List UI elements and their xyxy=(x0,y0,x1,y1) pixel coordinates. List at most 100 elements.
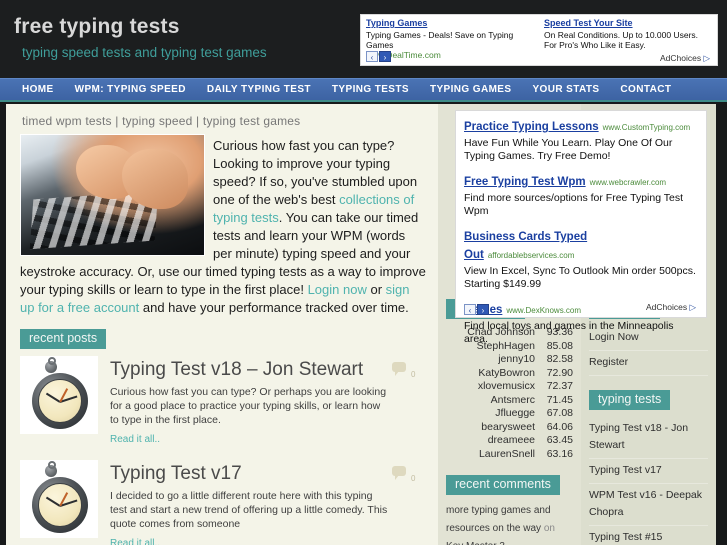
intro-text-part-4: and have your performance tracked over t… xyxy=(139,300,409,315)
comment-count-badge[interactable]: 0 xyxy=(392,466,426,486)
player-score: 64.06 xyxy=(546,420,573,433)
top-player-row: dreameee 63.45 xyxy=(446,434,573,448)
page-root: free typing tests typing speed tests and… xyxy=(0,0,727,545)
player-score: 82.58 xyxy=(546,353,573,365)
post-title[interactable]: Typing Test v17 xyxy=(110,462,388,485)
player-name: xlovemusicx xyxy=(477,380,535,392)
post-title[interactable]: Typing Test v18 – Jon Stewart xyxy=(110,358,388,381)
player-name: bearysweet xyxy=(481,420,535,433)
sidebar-link-register[interactable]: Register xyxy=(589,351,708,376)
adchoices-text: AdChoices xyxy=(645,302,688,312)
nav-item-daily-typing-test[interactable]: DAILY TYPING TEST xyxy=(207,84,311,95)
header-ad-desc: On Real Conditions. Up to 10.000 Users. … xyxy=(544,30,699,50)
stopwatch-body xyxy=(32,373,88,429)
sidebar-ad-unit[interactable]: Practice Typing Lessons www.CustomTyping.… xyxy=(464,117,698,163)
prev-arrow-icon[interactable]: ‹ xyxy=(464,304,476,315)
post-item: Typing Test v18 – Jon Stewart Curious ho… xyxy=(20,356,428,447)
recent-comments-heading: recent comments xyxy=(446,475,560,495)
recent-posts-heading: recent posts xyxy=(20,329,107,349)
stopwatch-body xyxy=(32,477,88,533)
page-right-edge xyxy=(716,104,727,545)
stopwatch-ring xyxy=(48,461,56,469)
player-name: Jfluegge xyxy=(495,407,535,419)
comment-separator: on xyxy=(541,523,555,534)
header-ad-title[interactable]: Speed Test Your Site xyxy=(544,18,712,29)
top-player-row: Jfluegge 67.08 xyxy=(446,407,573,421)
typing-tests-links: Typing Test v18 - Jon Stewart Typing Tes… xyxy=(581,417,716,545)
comment-bubble-icon xyxy=(392,466,406,480)
sidebar-ad-desc: Find local toys and games in the Minneap… xyxy=(464,320,674,345)
header-ad-desc: Typing Games - Deals! Save on Typing Gam… xyxy=(366,30,514,50)
sidebar-ad-url: affordablebservices.com xyxy=(487,251,575,260)
breadcrumb: timed wpm tests | typing speed | typing … xyxy=(22,114,301,128)
next-arrow-icon[interactable]: › xyxy=(477,304,489,315)
header-ad-pager[interactable]: ‹ › xyxy=(366,51,391,62)
comment-text: more typing games and resources on the w… xyxy=(446,505,551,534)
header-ad-title[interactable]: Typing Games xyxy=(366,18,534,29)
sidebar-link-typing-test-v18[interactable]: Typing Test v18 - Jon Stewart xyxy=(589,417,708,459)
top-player-row: bearysweet 64.06 xyxy=(446,421,573,435)
intro-text-part-3: or xyxy=(366,282,386,297)
comment-item[interactable]: more typing games and resources on the w… xyxy=(446,502,573,545)
nav-item-contact[interactable]: CONTACT xyxy=(620,84,671,95)
post-item: Typing Test v17 I decided to go a little… xyxy=(20,460,428,545)
sidebar-ad-pager[interactable]: ‹ › xyxy=(464,304,489,315)
sidebar-link-typing-test-15[interactable]: Typing Test #15 xyxy=(589,526,708,545)
adchoices-label[interactable]: AdChoices ▷ xyxy=(646,302,696,313)
stopwatch-ring xyxy=(48,357,56,365)
sidebar-ad-desc: Have Fun While You Learn. Play One Of Ou… xyxy=(464,137,673,162)
comment-post-title[interactable]: Key Master 3 xyxy=(446,541,505,545)
intro-section: Curious how fast you can type? Looking t… xyxy=(6,134,438,317)
nav-item-your-stats[interactable]: YOUR STATS xyxy=(532,84,599,95)
top-player-row: KatyBowron 72.90 xyxy=(446,367,573,381)
post-body: Typing Test v18 – Jon Stewart Curious ho… xyxy=(110,356,428,447)
recent-comments-list: more typing games and resources on the w… xyxy=(438,502,581,545)
nav-item-typing-tests[interactable]: TYPING TESTS xyxy=(332,84,409,95)
top-player-row: xlovemusicx 72.37 xyxy=(446,380,573,394)
link-login-now[interactable]: Login now xyxy=(308,282,367,297)
comment-bubble-icon xyxy=(392,362,406,376)
stopwatch-face xyxy=(38,379,82,423)
sidebar-link-wpm-test-v16[interactable]: WPM Test v16 - Deepak Chopra xyxy=(589,484,708,526)
sidebar-ad-unit[interactable]: Free Typing Test Wpm www.webcrawler.com F… xyxy=(464,172,698,218)
comment-count: 0 xyxy=(411,370,416,379)
sidebar-ad-title[interactable]: Free Typing Test Wpm xyxy=(464,176,586,188)
player-score: 67.08 xyxy=(546,407,573,419)
player-name: LaurenSnell xyxy=(478,447,535,460)
adchoices-text: AdChoices xyxy=(659,53,702,63)
nav-item-wpm-typing-speed[interactable]: WPM: TYPING SPEED xyxy=(75,84,186,95)
site-header: free typing tests typing speed tests and… xyxy=(0,0,727,78)
site-title: free typing tests xyxy=(14,15,180,38)
player-score: 71.45 xyxy=(546,393,573,406)
post-body: Typing Test v17 I decided to go a little… xyxy=(110,460,428,545)
adchoices-icon: ▷ xyxy=(703,53,710,63)
nav-item-home[interactable]: HOME xyxy=(22,84,54,95)
header-ad-block: Typing Games Typing Games - Deals! Save … xyxy=(360,14,718,66)
top-player-row: LaurenSnell 63.16 xyxy=(446,448,573,462)
adchoices-icon: ▷ xyxy=(689,302,696,312)
sidebar-ad-url: www.CustomTyping.com xyxy=(602,123,691,132)
sidebar-ad-url: www.webcrawler.com xyxy=(589,178,667,187)
comment-count: 0 xyxy=(411,474,416,483)
sidebar-ad-desc: View In Excel, Sync To Outlook Min order… xyxy=(464,265,696,290)
comment-count-badge[interactable]: 0 xyxy=(392,362,426,382)
sidebar-ad-unit[interactable]: Business Cards Typed Out affordablebservi… xyxy=(464,227,698,291)
sidebar-ad-title[interactable]: Practice Typing Lessons xyxy=(464,121,599,133)
player-name: jenny10 xyxy=(498,353,535,365)
player-score: 63.45 xyxy=(546,434,573,446)
prev-arrow-icon[interactable]: ‹ xyxy=(366,51,378,62)
sidebar-link-typing-test-v17[interactable]: Typing Test v17 xyxy=(589,459,708,484)
next-arrow-icon[interactable]: › xyxy=(379,51,391,62)
read-more-link[interactable]: Read it all.. xyxy=(110,434,160,445)
nav-item-typing-games[interactable]: TYPING GAMES xyxy=(430,84,511,95)
adchoices-label[interactable]: AdChoices ▷ xyxy=(660,53,710,63)
top-player-row: jenny10 82.58 xyxy=(446,353,573,367)
header-ad-footer: ‹ › AdChoices ▷ xyxy=(366,51,712,63)
recent-posts-list: Typing Test v18 – Jon Stewart Curious ho… xyxy=(6,356,438,545)
player-score: 72.37 xyxy=(546,380,573,392)
read-more-link[interactable]: Read it all.. xyxy=(110,538,160,545)
player-score: 63.16 xyxy=(546,447,573,460)
sidebar-ad-block: Practice Typing Lessons www.CustomTyping.… xyxy=(455,110,707,345)
site-branding[interactable]: free typing tests typing speed tests and… xyxy=(14,15,267,61)
player-name: dreameee xyxy=(487,434,535,446)
